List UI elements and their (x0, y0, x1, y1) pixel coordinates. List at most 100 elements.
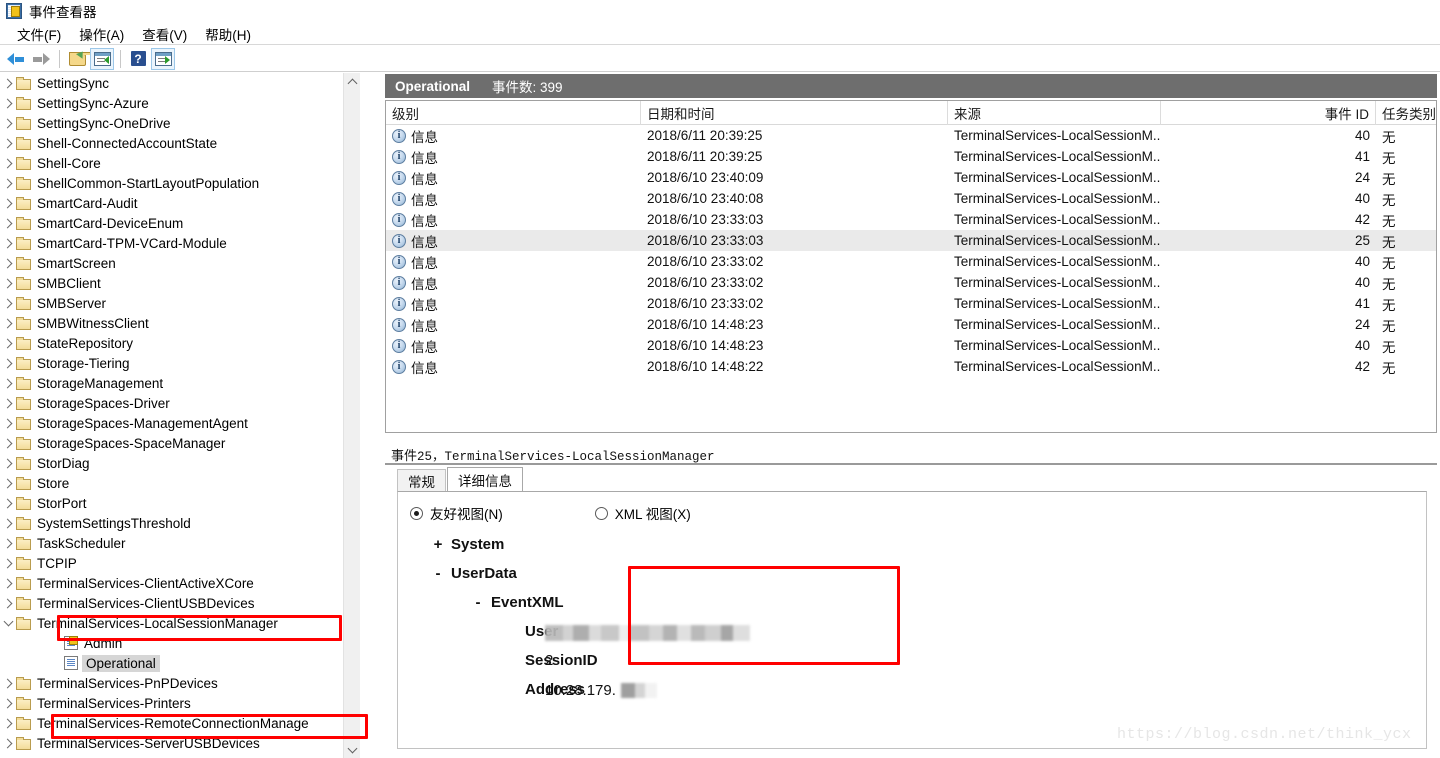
tree-item[interactable]: Admin (0, 633, 360, 653)
chevron-right-icon[interactable] (0, 135, 16, 151)
tree-item[interactable]: TerminalServices-ClientUSBDevices (0, 593, 360, 613)
chevron-right-icon[interactable] (0, 315, 16, 331)
chevron-right-icon[interactable] (0, 155, 16, 171)
chevron-right-icon[interactable] (0, 115, 16, 131)
tree-item[interactable]: SystemSettingsThreshold (0, 513, 360, 533)
table-row[interactable]: i 信息 2018/6/10 23:33:02 TerminalServices-Lo… (386, 293, 1436, 314)
chevron-right-icon[interactable] (0, 335, 16, 351)
tree-item[interactable]: TCPIP (0, 553, 360, 573)
tree-item[interactable]: SMBServer (0, 293, 360, 313)
chevron-right-icon[interactable] (0, 455, 16, 471)
tree-item[interactable]: TerminalServices-ClientActiveXCore (0, 573, 360, 593)
chevron-right-icon[interactable] (0, 195, 16, 211)
tree-item[interactable]: TaskScheduler (0, 533, 360, 553)
radio-xml-view[interactable]: XML 视图(X) (594, 503, 691, 523)
chevron-right-icon[interactable] (0, 255, 16, 271)
chevron-right-icon[interactable] (0, 75, 16, 91)
column-header-task[interactable]: 任务类别 (1376, 101, 1436, 125)
show-preview-pane-button[interactable] (151, 47, 175, 70)
column-header-source[interactable]: 来源 (948, 101, 1161, 125)
chevron-right-icon[interactable] (0, 535, 16, 551)
chevron-right-icon[interactable] (0, 735, 16, 751)
tree-item[interactable]: StorageSpaces-ManagementAgent (0, 413, 360, 433)
event-list[interactable]: 级别 日期和时间 来源 事件 ID 任务类别 i 信息 2018/6/11 20:3… (385, 100, 1437, 433)
table-row[interactable]: i 信息 2018/6/10 14:48:23 TerminalServices-Lo… (386, 314, 1436, 335)
help-button[interactable]: ? (126, 48, 150, 70)
radio-friendly-view[interactable]: 友好视图(N) (410, 503, 503, 523)
chevron-right-icon[interactable] (0, 475, 16, 491)
table-row[interactable]: i 信息 2018/6/10 14:48:23 TerminalServices-Lo… (386, 335, 1436, 356)
chevron-down-icon[interactable] (0, 615, 16, 631)
table-row[interactable]: i 信息 2018/6/10 23:33:02 TerminalServices-Lo… (386, 251, 1436, 272)
tree-item[interactable]: SmartCard-DeviceEnum (0, 213, 360, 233)
chevron-right-icon[interactable] (0, 375, 16, 391)
table-row[interactable]: i 信息 2018/6/11 20:39:25 TerminalServices-Lo… (386, 146, 1436, 167)
chevron-right-icon[interactable] (0, 295, 16, 311)
tree-item[interactable]: TerminalServices-ServerUSBDevices (0, 733, 360, 753)
tree-item[interactable]: SmartCard-Audit (0, 193, 360, 213)
show-action-pane-button[interactable] (90, 47, 114, 70)
tree-item[interactable]: TerminalServices-PnPDevices (0, 673, 360, 693)
back-button[interactable] (4, 48, 28, 70)
tree-item[interactable]: SettingSync (0, 73, 360, 93)
tree-item[interactable]: SMBClient (0, 273, 360, 293)
menu-item-help[interactable]: 帮助(H) (196, 22, 260, 46)
table-row[interactable]: i 信息 2018/6/10 23:40:09 TerminalServices-Lo… (386, 167, 1436, 188)
chevron-right-icon[interactable] (0, 415, 16, 431)
chevron-right-icon[interactable] (0, 235, 16, 251)
tree-item[interactable]: StorPort (0, 493, 360, 513)
chevron-right-icon[interactable] (0, 355, 16, 371)
forward-button[interactable] (29, 48, 53, 70)
chevron-right-icon[interactable] (0, 595, 16, 611)
tree-item[interactable]: ShellCommon-StartLayoutPopulation (0, 173, 360, 193)
chevron-right-icon[interactable] (0, 695, 16, 711)
chevron-right-icon[interactable] (0, 215, 16, 231)
menu-item-file[interactable]: 文件(F) (8, 22, 70, 46)
tree-item[interactable]: StorageManagement (0, 373, 360, 393)
tree-item[interactable]: StorageSpaces-SpaceManager (0, 433, 360, 453)
table-row[interactable]: i 信息 2018/6/10 23:33:03 TerminalServices-Lo… (386, 209, 1436, 230)
expand-plus-icon[interactable]: + (431, 536, 445, 553)
tree-item[interactable]: SettingSync-OneDrive (0, 113, 360, 133)
chevron-right-icon[interactable] (0, 575, 16, 591)
chevron-right-icon[interactable] (0, 555, 16, 571)
tree-item[interactable]: SettingSync-Azure (0, 93, 360, 113)
tree-item[interactable]: SmartScreen (0, 253, 360, 273)
table-row[interactable]: i 信息 2018/6/11 20:39:25 TerminalServices-Lo… (386, 125, 1436, 146)
tab-general[interactable]: 常规 (397, 469, 446, 491)
open-saved-log-button[interactable] (65, 48, 91, 70)
tree-item[interactable]: TerminalServices-RemoteConnectionManage (0, 713, 360, 733)
chevron-right-icon[interactable] (0, 675, 16, 691)
tree-item[interactable]: Operational (0, 653, 360, 673)
tab-details[interactable]: 详细信息 (447, 467, 523, 491)
table-row[interactable]: i 信息 2018/6/10 23:33:02 TerminalServices-Lo… (386, 272, 1436, 293)
console-tree[interactable]: SettingSync SettingSync-Azure SettingSync-… (0, 73, 360, 758)
collapse-minus-icon[interactable]: - (431, 565, 445, 582)
tree-item[interactable]: Shell-ConnectedAccountState (0, 133, 360, 153)
tree-item[interactable]: StorDiag (0, 453, 360, 473)
table-row[interactable]: i 信息 2018/6/10 23:40:08 TerminalServices-Lo… (386, 188, 1436, 209)
chevron-right-icon[interactable] (0, 715, 16, 731)
scroll-up-button[interactable] (344, 73, 361, 90)
table-row[interactable]: i 信息 2018/6/10 23:33:03 TerminalServices-Lo… (386, 230, 1436, 251)
menu-item-action[interactable]: 操作(A) (70, 22, 133, 46)
menu-item-view[interactable]: 查看(V) (133, 22, 196, 46)
chevron-right-icon[interactable] (0, 175, 16, 191)
tree-item[interactable]: StorageSpaces-Driver (0, 393, 360, 413)
tree-item[interactable]: StateRepository (0, 333, 360, 353)
column-header-datetime[interactable]: 日期和时间 (641, 101, 948, 125)
tree-item[interactable]: Storage-Tiering (0, 353, 360, 373)
tree-item[interactable]: TerminalServices-LocalSessionManager (0, 613, 360, 633)
tree-item[interactable]: TerminalServices-Printers (0, 693, 360, 713)
chevron-right-icon[interactable] (0, 515, 16, 531)
table-row[interactable]: i 信息 2018/6/10 14:48:22 TerminalServices-Lo… (386, 356, 1436, 377)
tree-item[interactable]: Shell-Core (0, 153, 360, 173)
tree-item[interactable]: Store (0, 473, 360, 493)
scroll-down-button[interactable] (344, 741, 361, 758)
tree-item[interactable]: SmartCard-TPM-VCard-Module (0, 233, 360, 253)
chevron-right-icon[interactable] (0, 395, 16, 411)
column-header-event-id[interactable]: 事件 ID (1161, 101, 1376, 125)
column-header-level[interactable]: 级别 (386, 101, 641, 125)
chevron-right-icon[interactable] (0, 275, 16, 291)
tree-item[interactable]: SMBWitnessClient (0, 313, 360, 333)
